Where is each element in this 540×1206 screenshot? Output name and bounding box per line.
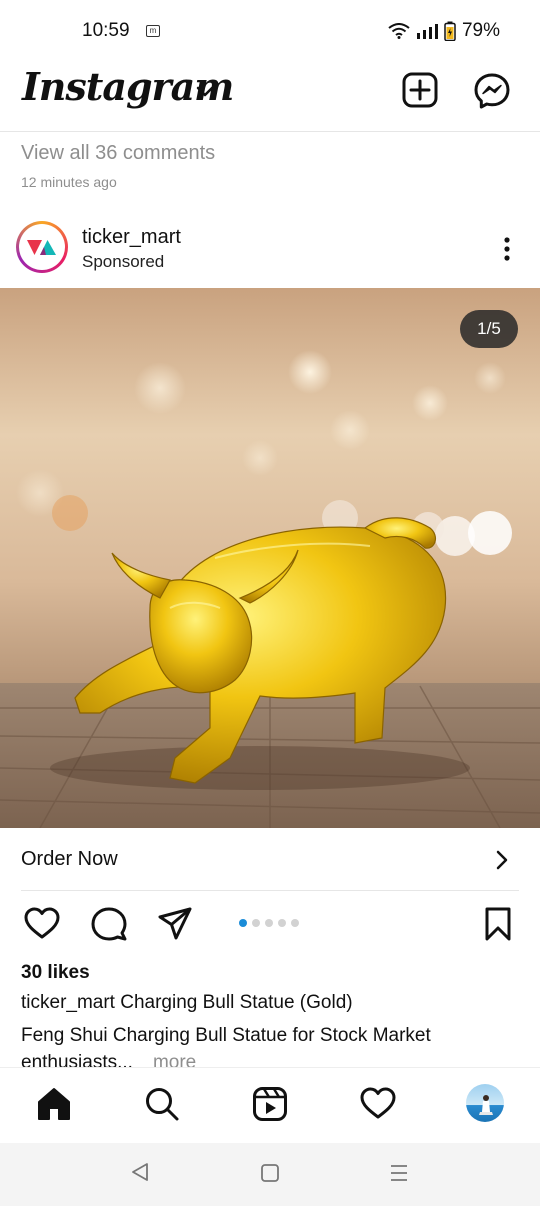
profile-picture <box>479 1095 493 1115</box>
carousel-dot-active <box>239 919 247 927</box>
share-icon[interactable] <box>157 906 193 942</box>
cta-divider <box>21 890 519 891</box>
caption-line-3: enthusiasts... more <box>21 1052 196 1068</box>
brand-logo-icon <box>27 240 56 255</box>
carousel-dot <box>265 919 273 927</box>
view-all-comments-link[interactable]: View all 36 comments <box>21 142 215 165</box>
messenger-icon[interactable] <box>473 72 511 110</box>
heart-icon[interactable] <box>24 906 60 942</box>
reels-icon[interactable] <box>252 1086 288 1122</box>
recent-apps-icon[interactable] <box>389 1163 409 1183</box>
bookmark-icon[interactable] <box>484 906 512 942</box>
header-divider <box>0 131 540 132</box>
caption-username[interactable]: ticker_mart <box>21 992 115 1013</box>
home-icon[interactable] <box>36 1086 72 1122</box>
caption-truncated: enthusiasts... <box>21 1052 133 1068</box>
wifi-icon <box>388 23 410 39</box>
account-name[interactable]: ticker_mart <box>82 226 181 249</box>
carousel-dot <box>278 919 286 927</box>
caption-line-1: ticker_mart Charging Bull Statue (Gold) <box>21 992 353 1014</box>
bull-statue-image <box>0 288 540 828</box>
battery-level: 79% <box>461 20 500 41</box>
avatar-logo <box>19 224 65 270</box>
search-icon[interactable] <box>144 1086 180 1122</box>
carousel-dot <box>252 919 260 927</box>
signal-icon <box>416 24 438 39</box>
chevron-right-icon[interactable] <box>494 850 510 870</box>
likes-count[interactable]: 30 likes <box>21 962 90 984</box>
battery-icon <box>444 21 456 41</box>
order-now-link[interactable]: Order Now <box>21 848 118 871</box>
post-timestamp: 12 minutes ago <box>21 174 117 190</box>
back-icon[interactable] <box>130 1162 150 1182</box>
more-options-icon[interactable] <box>497 236 517 266</box>
more-link[interactable]: more <box>153 1052 196 1068</box>
carousel-indicator <box>239 919 299 927</box>
comment-icon[interactable] <box>91 906 127 942</box>
carousel-dot <box>291 919 299 927</box>
status-time: 10:59 <box>82 20 130 41</box>
image-counter-badge: 1/5 <box>460 310 518 348</box>
sponsored-label: Sponsored <box>82 252 165 271</box>
notification-icon: m <box>146 25 160 37</box>
chevron-down-icon[interactable] <box>196 86 214 98</box>
account-avatar[interactable] <box>16 221 68 273</box>
post-image[interactable] <box>0 288 540 828</box>
new-post-icon[interactable] <box>402 72 438 108</box>
home-button-icon[interactable] <box>260 1163 280 1183</box>
status-indicators: 79% <box>388 20 500 42</box>
caption-line-2: Feng Shui Charging Bull Statue for Stock… <box>21 1025 431 1046</box>
caption-title: Charging Bull Statue (Gold) <box>120 992 353 1013</box>
profile-avatar[interactable] <box>466 1084 504 1122</box>
activity-heart-icon[interactable] <box>360 1086 396 1122</box>
